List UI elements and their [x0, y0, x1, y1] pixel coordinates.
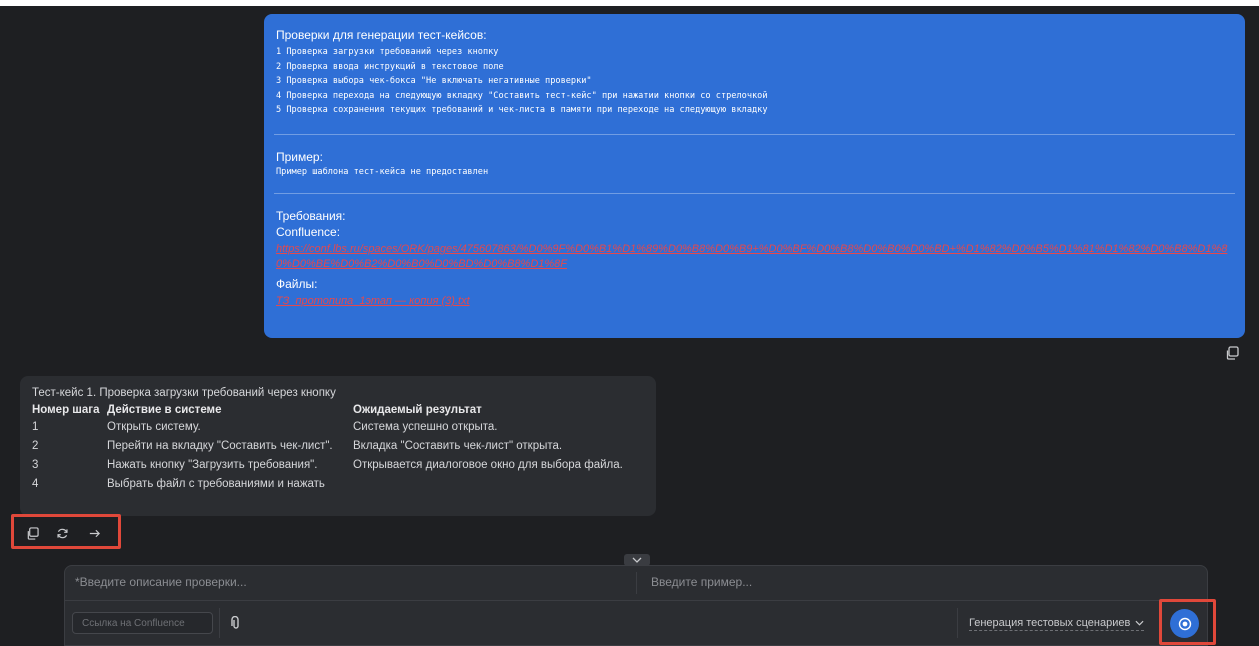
check-item: 3 Проверка выбора чек-бокса "Не включать… — [276, 76, 592, 86]
test-case-title: Тест-кейс 1. Проверка загрузки требовани… — [32, 387, 336, 399]
example-heading: Пример: — [276, 149, 323, 164]
mode-select-label: Генерация тестовых сценариев — [969, 617, 1131, 629]
refresh-icon[interactable] — [53, 524, 71, 542]
chevron-down-icon — [1135, 620, 1144, 626]
check-item: 2 Проверка ввода инструкций в текстовое … — [276, 61, 504, 72]
description-input[interactable]: *Введите описание проверки... — [75, 575, 247, 589]
table-cell: Открывается диалоговое окно для выбора ф… — [353, 458, 623, 471]
composer-inputs-row: *Введите описание проверки... Введите пр… — [65, 566, 1207, 601]
table-cell: Система успешно открыта. — [353, 420, 498, 433]
section-divider — [274, 133, 1235, 135]
example-text: Пример шаблона тест-кейса не предоставле… — [276, 166, 489, 177]
copy-icon[interactable] — [23, 524, 41, 542]
requirements-heading: Требования: — [276, 209, 346, 223]
table-cell: Нажать кнопку "Загрузить требования". — [107, 458, 318, 471]
check-item: 5 Проверка сохранения текущих требований… — [276, 105, 768, 115]
table-row: 4 Выбрать файл с требованиями и нажать — [32, 474, 623, 493]
user-message: Проверки для генерации тест-кейсов: 1 Пр… — [264, 14, 1245, 338]
confluence-link-input[interactable] — [72, 612, 213, 634]
test-case-table: Номер шага Действие в системе Ожидаемый … — [32, 403, 623, 493]
table-cell: Открыть систему. — [107, 420, 201, 433]
mode-select[interactable]: Генерация тестовых сценариев — [969, 617, 1145, 631]
record-icon — [1178, 617, 1191, 630]
table-header: Номер шага Действие в системе Ожидаемый … — [32, 403, 623, 417]
checks-heading: Проверки для генерации тест-кейсов: — [276, 28, 487, 42]
example-input[interactable]: Введите пример... — [651, 575, 752, 589]
paperclip-icon[interactable] — [231, 615, 241, 630]
confluence-label: Confluence: — [276, 225, 341, 239]
send-button[interactable] — [1170, 609, 1199, 638]
assistant-message: Тест-кейс 1. Проверка загрузки требовани… — [20, 376, 656, 516]
check-item: 1 Проверка загрузки требований через кно… — [276, 47, 499, 57]
table-cell: 1 — [32, 420, 39, 433]
files-label: Файлы: — [276, 277, 318, 291]
confluence-link[interactable]: https://conf.lbs.ru/spaces/ORK/pages/475… — [276, 242, 1233, 272]
divider — [636, 572, 637, 594]
divider — [957, 608, 958, 638]
top-border — [0, 0, 1259, 6]
table-cell — [353, 474, 623, 493]
checks-list: 1 Проверка загрузки требований через кно… — [276, 45, 1233, 118]
table-cell: 4 — [32, 477, 39, 490]
section-divider — [274, 193, 1235, 194]
column-header: Ожидаемый результат — [353, 404, 482, 416]
composer: *Введите описание проверки... Введите пр… — [64, 565, 1208, 646]
copy-icon[interactable] — [1225, 346, 1241, 362]
table-cell: 3 — [32, 458, 39, 471]
column-header: Действие в системе — [107, 404, 222, 416]
table-cell: Вкладка "Составить чек-лист" открыта. — [353, 439, 563, 452]
table-cell: Выбрать файл с требованиями и нажать — [107, 477, 325, 490]
file-link[interactable]: ТЗ_протопипа_1этап — копия (3).txt — [276, 294, 1233, 309]
arrow-right-icon[interactable] — [85, 524, 103, 542]
table-row: 1 Открыть систему. Система успешно откры… — [32, 417, 623, 436]
column-header: Номер шага — [32, 404, 100, 416]
table-row: 2 Перейти на вкладку "Составить чек-лист… — [32, 436, 623, 455]
table-cell: 2 — [32, 439, 39, 452]
table-row: 3 Нажать кнопку "Загрузить требования". … — [32, 455, 623, 474]
divider — [219, 608, 220, 638]
table-cell: Перейти на вкладку "Составить чек-лист". — [107, 439, 333, 452]
check-item: 4 Проверка перехода на следующую вкладку… — [276, 90, 768, 101]
